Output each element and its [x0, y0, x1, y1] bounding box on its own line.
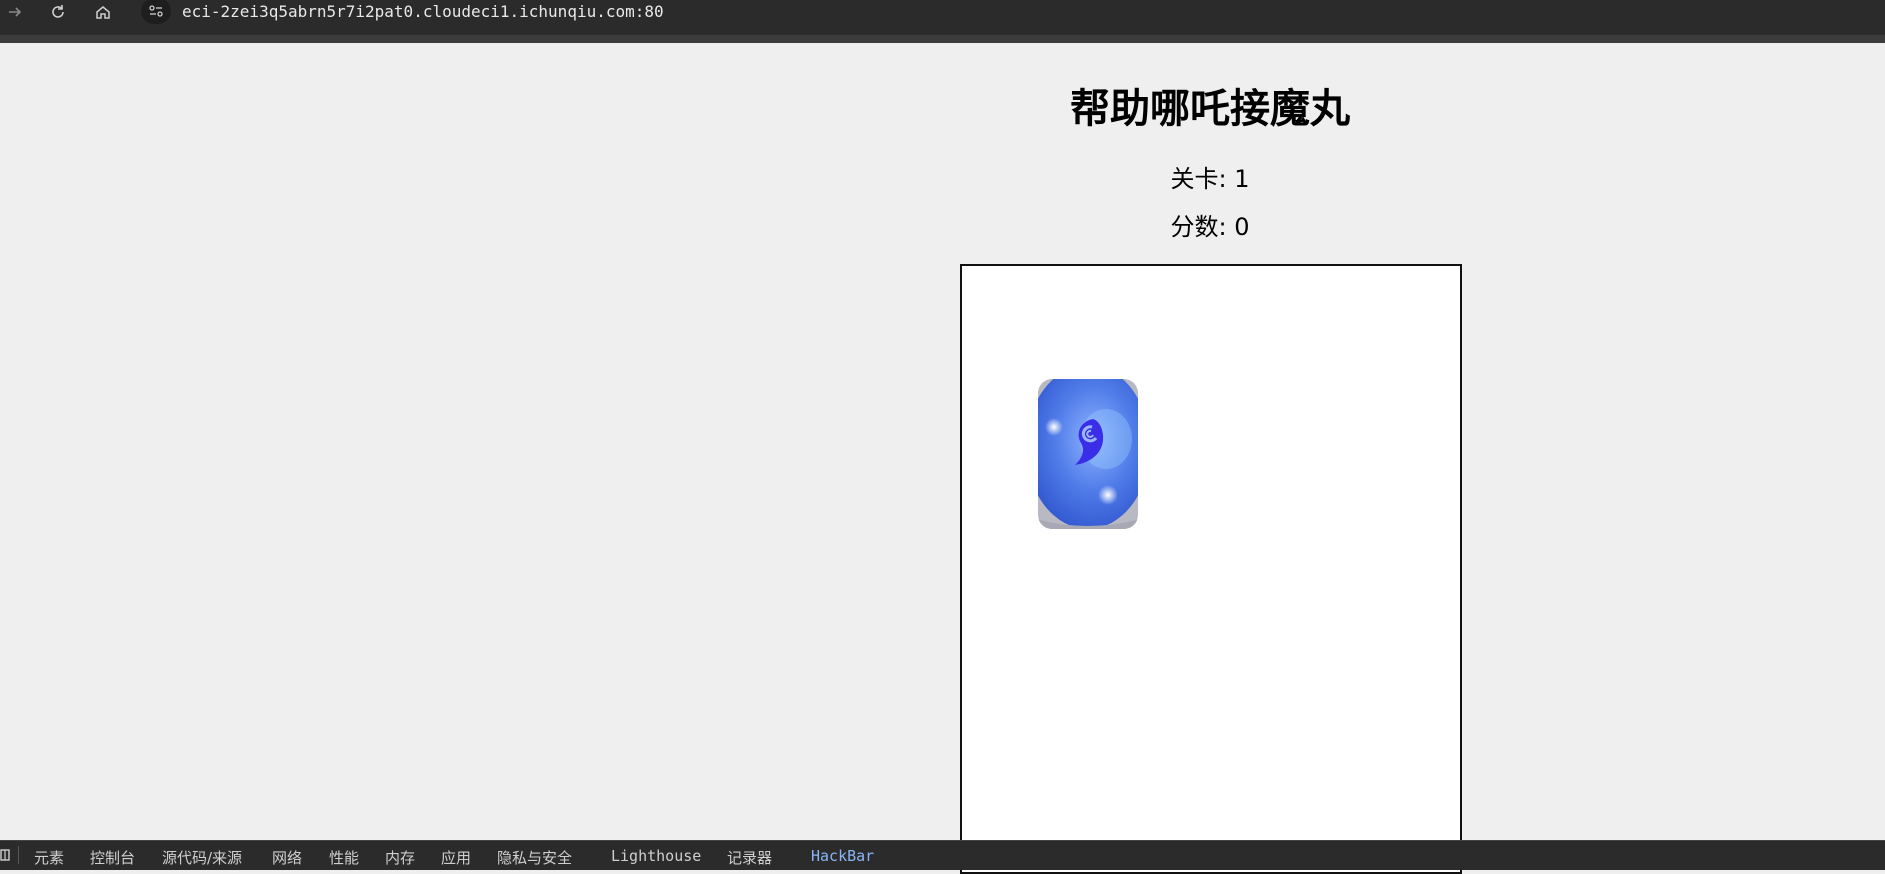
dock-icon[interactable] — [0, 848, 10, 862]
tab-memory[interactable]: 内存 — [385, 847, 415, 868]
tab-network[interactable]: 网络 — [272, 847, 302, 868]
site-settings-icon[interactable] — [141, 0, 171, 24]
reload-icon[interactable] — [46, 0, 70, 24]
tab-performance[interactable]: 性能 — [329, 847, 359, 868]
score-indicator: 分数: 0 — [1170, 213, 1250, 241]
tab-hackbar[interactable]: HackBar — [811, 847, 874, 865]
tab-elements[interactable]: 元素 — [34, 847, 64, 868]
tab-console[interactable]: 控制台 — [90, 847, 135, 868]
page-title: 帮助哪吒接魔丸 — [1070, 86, 1350, 132]
tab-lighthouse[interactable]: Lighthouse — [611, 847, 701, 865]
tab-application[interactable]: 应用 — [441, 847, 471, 868]
game-canvas[interactable] — [960, 264, 1462, 874]
page-content: 帮助哪吒接魔丸 关卡: 1 分数: 0 — [0, 43, 1885, 874]
level-indicator: 关卡: 1 — [1170, 165, 1250, 193]
magic-orb-sprite — [1038, 379, 1138, 529]
tab-privacy-security[interactable]: 隐私与安全 — [497, 847, 572, 868]
address-bar[interactable]: eci-2zei3q5abrn5r7i2pat0.cloudeci1.ichun… — [182, 2, 664, 21]
forward-icon[interactable] — [3, 0, 27, 24]
devtools-separator — [18, 846, 19, 864]
browser-toolbar: eci-2zei3q5abrn5r7i2pat0.cloudeci1.ichun… — [0, 0, 1885, 43]
devtools-tab-bar: 元素 控制台 源代码/来源 网络 性能 内存 应用 隐私与安全 Lighthou… — [0, 840, 1885, 870]
tab-recorder[interactable]: 记录器 — [727, 847, 772, 868]
home-icon[interactable] — [91, 0, 115, 24]
tab-sources[interactable]: 源代码/来源 — [162, 847, 242, 868]
toolbar-divider — [0, 35, 1885, 43]
